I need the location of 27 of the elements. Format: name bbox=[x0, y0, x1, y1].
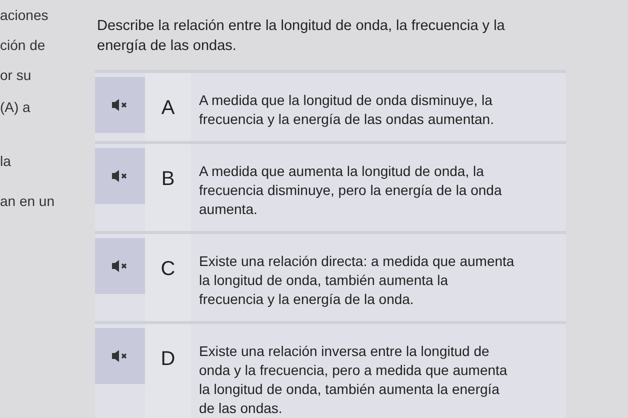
background-text: la bbox=[0, 152, 12, 170]
audio-button[interactable] bbox=[95, 238, 145, 294]
speaker-muted-icon bbox=[111, 98, 129, 112]
background-text: (A) a bbox=[0, 98, 32, 116]
speaker-muted-icon bbox=[111, 259, 129, 273]
audio-button[interactable] bbox=[95, 77, 145, 133]
question-text: Describe la relación entre la longitud de onda, la frecuencia y la energía de las ondas. bbox=[97, 17, 506, 56]
option-text: Existe una relación inversa entre la longitud de onda y la frecuencia, pero a medida que aumenta la longitud de onda, también aumenta la energía de las ondas. bbox=[198, 342, 508, 418]
audio-button[interactable] bbox=[95, 148, 145, 204]
background-text: or su bbox=[0, 66, 32, 84]
option-letter: C bbox=[145, 234, 191, 321]
option-text: Existe una relación directa: a medida que aumenta la longitud de onda, también aumenta la frecuencia y la energía de la onda. bbox=[198, 252, 516, 309]
option-text: A medida que la longitud de onda disminuye, la frecuencia y la energía de las ondas aumentan. bbox=[198, 91, 495, 129]
answer-option[interactable]: D Existe una relación inversa entre la longitud de onda y la frecuencia, pero a medida que aumenta la longitud de onda, también aumenta la energía de las ondas. bbox=[95, 321, 566, 418]
speaker-muted-icon bbox=[111, 169, 129, 183]
option-letter: B bbox=[145, 144, 191, 231]
answer-option[interactable]: C Existe una relación directa: a medida que aumenta la longitud de onda, también aumenta la frecuencia y la energía de la onda. bbox=[95, 231, 566, 321]
background-text: an en un bbox=[0, 192, 56, 210]
answer-option[interactable]: A A medida que la longitud de onda disminuye, la frecuencia y la energía de las ondas aumentan. bbox=[95, 70, 566, 141]
option-letter: A bbox=[145, 73, 191, 141]
audio-button[interactable] bbox=[95, 328, 145, 384]
background-text: aciones bbox=[0, 6, 50, 24]
option-letter: D bbox=[145, 324, 191, 418]
option-text: A medida que aumenta la longitud de onda, la frecuencia disminuye, pero la energía de la onda aumenta. bbox=[198, 162, 503, 219]
background-text: ción de bbox=[0, 36, 46, 54]
answer-option[interactable]: B A medida que aumenta la longitud de onda, la frecuencia disminuye, pero la energía de la onda aumenta. bbox=[95, 141, 566, 231]
speaker-muted-icon bbox=[111, 349, 129, 363]
